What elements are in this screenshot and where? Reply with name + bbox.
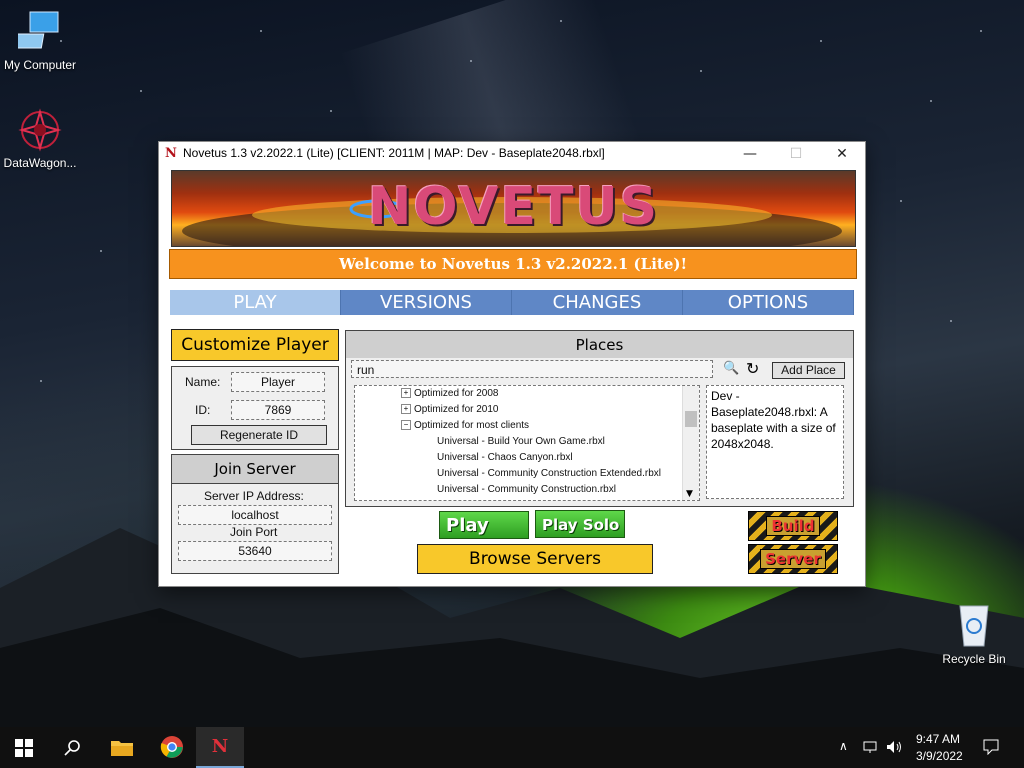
volume-icon[interactable] [886, 740, 904, 754]
tree-leaf[interactable]: Universal - Community Construction.rbxl [437, 484, 616, 495]
taskbar: N ∧ 9:47 AM 3/9/2022 [0, 727, 1024, 768]
customize-player-button[interactable]: Customize Player [171, 329, 339, 361]
name-label: Name: [185, 375, 221, 389]
desktop-icon-label: My Computer [3, 58, 77, 72]
tab-changes[interactable]: CHANGES [512, 290, 683, 315]
chrome-icon [160, 736, 183, 758]
taskbar-file-explorer[interactable] [98, 727, 146, 768]
refresh-icon[interactable]: ↻ [746, 359, 759, 378]
tree-node[interactable]: − Optimized for most clients [401, 420, 529, 431]
desktop-icon-label: Recycle Bin [942, 652, 1006, 666]
tree-node[interactable]: + Optimized for 2008 [401, 388, 499, 399]
place-description: Dev - Baseplate2048.rbxl: A baseplate wi… [706, 385, 844, 499]
novetus-logo-icon: N [165, 146, 177, 161]
id-label: ID: [195, 403, 211, 417]
datawagon-icon [18, 108, 62, 152]
places-tree[interactable]: + Optimized for 2008 + Optimized for 2010 … [354, 385, 700, 501]
banner-logo-text: NOVETUS [367, 177, 660, 237]
tab-versions[interactable]: VERSIONS [341, 290, 512, 315]
maximize-button: ☐ [789, 146, 803, 162]
minimize-button[interactable]: — [727, 142, 773, 166]
close-button[interactable]: ✕ [819, 142, 865, 166]
tree-scrollbar[interactable]: ▼ [682, 386, 699, 500]
places-search-input[interactable]: run [351, 360, 713, 378]
expand-icon[interactable]: + [401, 388, 411, 399]
search-icon[interactable]: 🔍 [723, 361, 739, 376]
join-port-field[interactable]: 53640 [178, 541, 332, 561]
taskbar-novetus[interactable]: N [196, 727, 244, 768]
welcome-bar: Welcome to Novetus 1.3 v2.2022.1 (Lite)! [169, 249, 857, 279]
network-icon[interactable] [863, 740, 879, 754]
tree-leaf[interactable]: Universal - Chaos Canyon.rbxl [437, 452, 573, 463]
main-tabs: PLAY VERSIONS CHANGES OPTIONS [170, 290, 854, 315]
clock-date[interactable]: 3/9/2022 [916, 749, 963, 763]
novetus-window: N Novetus 1.3 v2.2022.1 (Lite) [CLIENT: … [158, 141, 866, 587]
tree-leaf[interactable]: Universal - Community Construction Exten… [437, 468, 661, 479]
regenerate-id-button[interactable]: Regenerate ID [191, 425, 327, 445]
desktop-icon-label: DataWagon... [3, 156, 77, 170]
join-server-header: Join Server [172, 455, 338, 484]
folder-icon [111, 741, 133, 756]
window-title: Novetus 1.3 v2.2022.1 (Lite) [CLIENT: 20… [183, 146, 605, 160]
browse-servers-button[interactable]: Browse Servers [417, 544, 653, 574]
expand-icon[interactable]: + [401, 404, 411, 415]
player-name-field[interactable]: Player [231, 372, 325, 392]
tab-options[interactable]: OPTIONS [683, 290, 854, 315]
novetus-logo-icon: N [211, 736, 229, 757]
scroll-down-icon[interactable]: ▼ [686, 489, 693, 499]
server-ip-label: Server IP Address: [204, 489, 304, 503]
join-port-label: Join Port [230, 525, 278, 539]
desktop-icon-recycle-bin[interactable]: Recycle Bin [934, 600, 1014, 666]
computer-icon [18, 11, 59, 49]
search-icon [64, 740, 80, 756]
taskbar-chrome[interactable] [148, 727, 196, 768]
clock-time[interactable]: 9:47 AM [916, 732, 960, 746]
tree-node[interactable]: + Optimized for 2010 [401, 404, 499, 415]
desktop-icon-datawagon[interactable]: DataWagon... [0, 108, 80, 170]
server-button[interactable]: Server [748, 544, 838, 574]
tab-play[interactable]: PLAY [170, 290, 341, 315]
desktop-icon-my-computer[interactable]: My Computer [0, 10, 80, 72]
play-solo-button[interactable]: Play Solo [535, 510, 625, 538]
places-panel: run 🔍 ↻ Add Place + Optimized for 2008 + O… [345, 358, 854, 507]
windows-logo-icon [15, 739, 33, 757]
join-server-panel: Join Server Server IP Address: localhost… [171, 454, 339, 574]
recycle-bin-icon [959, 605, 989, 647]
start-button[interactable] [0, 727, 48, 768]
notification-icon[interactable] [983, 739, 999, 755]
add-place-button[interactable]: Add Place [772, 362, 845, 379]
places-header: Places [345, 330, 854, 360]
show-hidden-icons[interactable]: ∧ [839, 739, 848, 753]
player-panel: Name: Player ID: 7869 Regenerate ID [171, 366, 339, 450]
server-ip-field[interactable]: localhost [178, 505, 332, 525]
tree-leaf[interactable]: Universal - Build Your Own Game.rbxl [437, 436, 605, 447]
search-button[interactable] [48, 727, 96, 768]
window-titlebar[interactable]: N Novetus 1.3 v2.2022.1 (Lite) [CLIENT: … [159, 142, 865, 166]
novetus-banner: NOVETUS [171, 170, 856, 247]
scrollbar-thumb[interactable] [685, 411, 697, 427]
build-button[interactable]: Build [748, 511, 838, 541]
collapse-icon[interactable]: − [401, 420, 411, 431]
player-id-field[interactable]: 7869 [231, 400, 325, 420]
play-button[interactable]: Play [439, 511, 529, 539]
